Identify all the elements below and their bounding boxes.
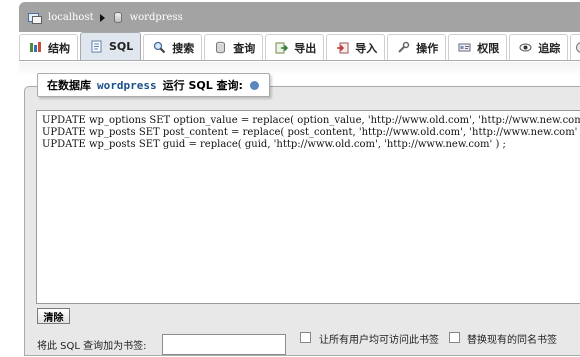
import-icon [337,42,349,54]
sql-line: UPDATE wp_posts SET post_content = repla… [42,127,580,138]
privileges-icon [458,43,471,52]
tab-label: 导入 [355,41,378,55]
breadcrumb-database[interactable]: wordpress [113,11,183,23]
tab-more[interactable] [570,34,580,60]
breadcrumb-server[interactable]: localhost [28,12,94,24]
tab-label: 查询 [233,41,256,55]
legend-database-name: wordpress [97,78,157,92]
structure-icon [30,42,41,52]
tab-label: 搜索 [172,41,195,55]
tab-sql[interactable]: SQL [80,32,142,60]
operations-icon [398,41,410,53]
tab-tracking[interactable]: 追踪 [509,34,569,60]
breadcrumb: localhost wordpress [19,2,580,32]
tab-operations[interactable]: 操作 [387,34,447,60]
share-bookmark-checkbox[interactable] [300,332,311,343]
sql-icon [91,40,102,53]
breadcrumb-server-label[interactable]: localhost [48,12,94,23]
clear-button[interactable]: 清除 [37,308,70,324]
query-icon [216,41,226,54]
database-icon [113,11,122,23]
tab-label: 结构 [48,41,70,55]
tab-import[interactable]: 导入 [326,34,386,60]
more-icon [576,42,580,53]
tab-label: 追踪 [538,41,561,55]
tab-label: 操作 [416,41,439,55]
sql-editor[interactable]: UPDATE wp_options SET option_value = rep… [36,110,580,304]
bookmark-label: 将此 SQL 查询加为书签: [37,341,147,352]
tab-label: 导出 [294,41,317,55]
tab-export[interactable]: 导出 [265,34,325,60]
tab-search[interactable]: 搜索 [143,34,203,60]
tab-bar: 结构 SQL 搜索 查询 导出 导入 操作 权限 追踪 [19,32,580,61]
export-icon [275,42,289,54]
replace-bookmark-label: 替换现有的同名书签 [467,335,557,346]
sql-query-legend: 在数据库 wordpress 运行 SQL 查询: [37,73,270,97]
breadcrumb-database-label[interactable]: wordpress [130,12,183,23]
tab-structure[interactable]: 结构 [19,34,78,60]
help-icon[interactable] [249,80,259,90]
sql-line: UPDATE wp_options SET option_value = rep… [42,115,580,126]
tracking-icon [519,43,532,52]
server-icon [28,12,42,24]
legend-prefix: 在数据库 [47,79,91,92]
breadcrumb-arrow-icon [99,14,105,22]
sql-line: UPDATE wp_posts SET guid = replace( guid… [42,139,506,150]
bookmark-name-input[interactable] [162,334,286,355]
search-icon [154,41,166,54]
share-bookmark-label: 让所有用户均可访问此书签 [319,335,439,346]
legend-suffix: 运行 SQL 查询: [162,79,243,92]
tab-query[interactable]: 查询 [204,34,264,60]
tab-privileges[interactable]: 权限 [448,34,508,60]
tab-label: SQL [109,40,134,53]
replace-bookmark-checkbox[interactable] [449,332,460,343]
tab-label: 权限 [477,41,500,55]
